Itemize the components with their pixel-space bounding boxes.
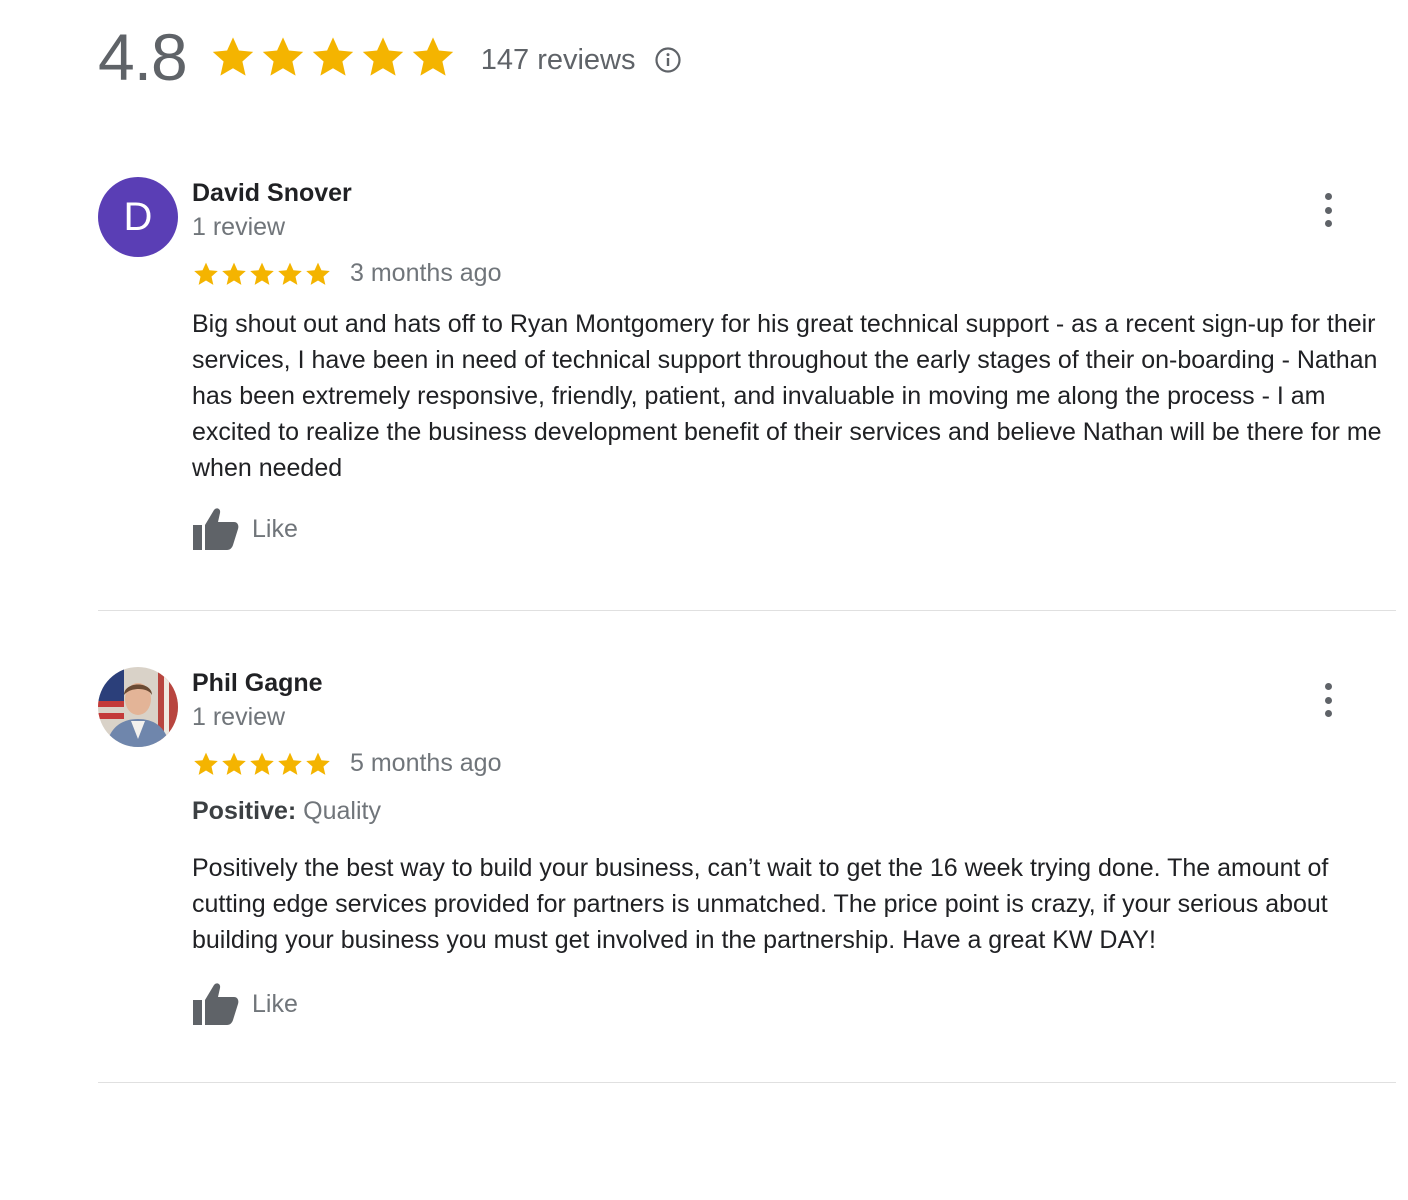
review-card: D David Snover 1 review 3 months ago Big… — [98, 177, 1396, 577]
attribute-value: Quality — [303, 797, 381, 825]
review-meta: 5 months ago — [192, 749, 502, 778]
review-date: 3 months ago — [350, 259, 502, 287]
more-vert-icon[interactable] — [1316, 193, 1340, 227]
divider — [98, 610, 1396, 611]
review-stars — [192, 750, 332, 778]
summary-stars — [209, 33, 457, 81]
star-icon — [259, 33, 307, 81]
star-icon — [192, 260, 220, 288]
avatar[interactable] — [98, 667, 178, 747]
reviewer-name[interactable]: Phil Gagne — [192, 669, 323, 698]
star-icon — [192, 750, 220, 778]
review-total: 147 reviews — [480, 43, 636, 76]
review-attribute: Positive: Quality — [192, 797, 381, 826]
review-date: 5 months ago — [350, 749, 502, 777]
review-meta: 3 months ago — [192, 259, 502, 288]
star-icon — [304, 750, 332, 778]
divider — [98, 1082, 1396, 1083]
thumbs-up-icon — [192, 507, 240, 551]
reviewer-review-count: 1 review — [192, 213, 286, 241]
star-icon — [248, 260, 276, 288]
rating-summary: 4.8 147 reviews — [98, 22, 682, 92]
star-icon — [276, 260, 304, 288]
like-label: Like — [252, 989, 298, 1018]
avatar[interactable]: D — [98, 177, 178, 257]
more-vert-icon[interactable] — [1316, 683, 1340, 717]
photo-avatar — [98, 667, 178, 747]
star-icon — [309, 33, 357, 81]
star-icon — [209, 33, 257, 81]
star-icon — [248, 750, 276, 778]
review-text: Positively the best way to build your bu… — [192, 854, 1329, 954]
star-icon — [409, 33, 457, 81]
like-label: Like — [252, 514, 298, 543]
avatar-letter: D — [123, 194, 153, 239]
thumbs-up-icon — [192, 982, 240, 1026]
like-button[interactable]: Like — [192, 982, 298, 1026]
review-stars — [192, 260, 332, 288]
reviewer-review-count: 1 review — [192, 703, 286, 731]
attribute-key: Positive: — [192, 797, 297, 825]
like-button[interactable]: Like — [192, 507, 298, 551]
reviewer-name[interactable]: David Snover — [192, 179, 352, 208]
info-icon[interactable] — [654, 46, 682, 74]
star-icon — [220, 260, 248, 288]
average-rating: 4.8 — [98, 20, 188, 94]
star-icon — [220, 750, 248, 778]
review-text: Big shout out and hats off to Ryan Montg… — [192, 310, 1382, 482]
review-card: Phil Gagne 1 review 5 months ago Positiv… — [98, 667, 1396, 1057]
star-icon — [359, 33, 407, 81]
star-icon — [304, 260, 332, 288]
star-icon — [276, 750, 304, 778]
